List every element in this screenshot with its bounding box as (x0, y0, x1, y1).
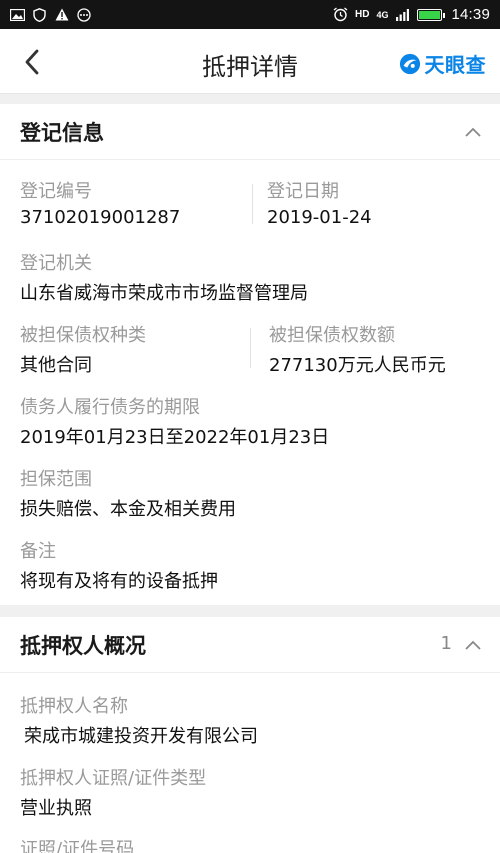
alarm-icon (333, 7, 348, 22)
registration-section-header[interactable]: 登记信息 (0, 104, 500, 160)
tianyancha-logo-icon (399, 53, 420, 74)
term-label: 债务人履行债务的期限 (20, 397, 200, 418)
brand-logo[interactable]: 天眼查 (399, 49, 487, 78)
shield-icon (32, 7, 47, 22)
scope-value: 损失赔偿、本金及相关费用 (20, 499, 236, 520)
mortgagee-count: 1 (440, 633, 452, 654)
warning-icon (54, 8, 69, 21)
cert-no-label: 证照/证件号码 (20, 839, 135, 853)
image-icon (10, 8, 25, 21)
mortgagee-name-label: 抵押权人名称 (20, 696, 128, 717)
cert-type-value: 营业执照 (20, 798, 92, 819)
battery-icon (417, 8, 446, 21)
hd-indicator: HD (354, 9, 370, 20)
remark-value: 将现有及将有的设备抵押 (20, 571, 218, 592)
registration-section: 登记信息 登记编号 37102019001287 登记日期 2019-01-24… (0, 104, 500, 605)
network-type: 4G (376, 9, 389, 20)
status-bar: HD 4G 14:39 (0, 0, 500, 29)
scope-label: 担保范围 (20, 469, 92, 490)
cert-type-label: 抵押权人证照/证件类型 (20, 768, 207, 789)
section-title: 抵押权人概况 (20, 634, 146, 658)
claim-amount-value: 277130万元人民币元 (269, 355, 446, 376)
claim-amount-label: 被担保债权数额 (269, 325, 395, 346)
chevron-up-icon[interactable] (464, 126, 482, 138)
mortgagee-section-header[interactable]: 抵押权人概况 1 (0, 617, 500, 673)
section-title: 登记信息 (20, 121, 104, 145)
authority-value: 山东省威海市荣成市市场监督管理局 (20, 283, 308, 304)
remark-label: 备注 (20, 541, 56, 562)
reg-date-label: 登记日期 (267, 181, 339, 202)
reg-date-value: 2019-01-24 (267, 207, 372, 228)
chevron-up-icon[interactable] (464, 639, 482, 651)
divider (250, 328, 251, 368)
divider (252, 184, 253, 224)
app-header: 抵押详情 天眼查 (0, 29, 500, 94)
more-icon (76, 7, 91, 22)
signal-icon (395, 8, 410, 21)
mortgagee-section: 抵押权人概况 1 抵押权人名称 荣成市城建投资开发有限公司 抵押权人证照/证件类… (0, 617, 500, 853)
claim-type-value: 其他合同 (20, 355, 92, 376)
brand-name: 天眼查 (424, 53, 486, 77)
authority-label: 登记机关 (20, 253, 92, 274)
reg-no-value: 37102019001287 (20, 207, 181, 228)
term-value: 2019年01月23日至2022年01月23日 (20, 427, 330, 448)
status-right-icons: HD 4G 14:39 (333, 6, 490, 23)
reg-no-label: 登记编号 (20, 181, 92, 202)
status-left-icons (10, 7, 91, 22)
status-time: 14:39 (451, 6, 490, 23)
claim-type-label: 被担保债权种类 (20, 325, 146, 346)
mortgagee-name-value: 荣成市城建投资开发有限公司 (24, 726, 258, 747)
